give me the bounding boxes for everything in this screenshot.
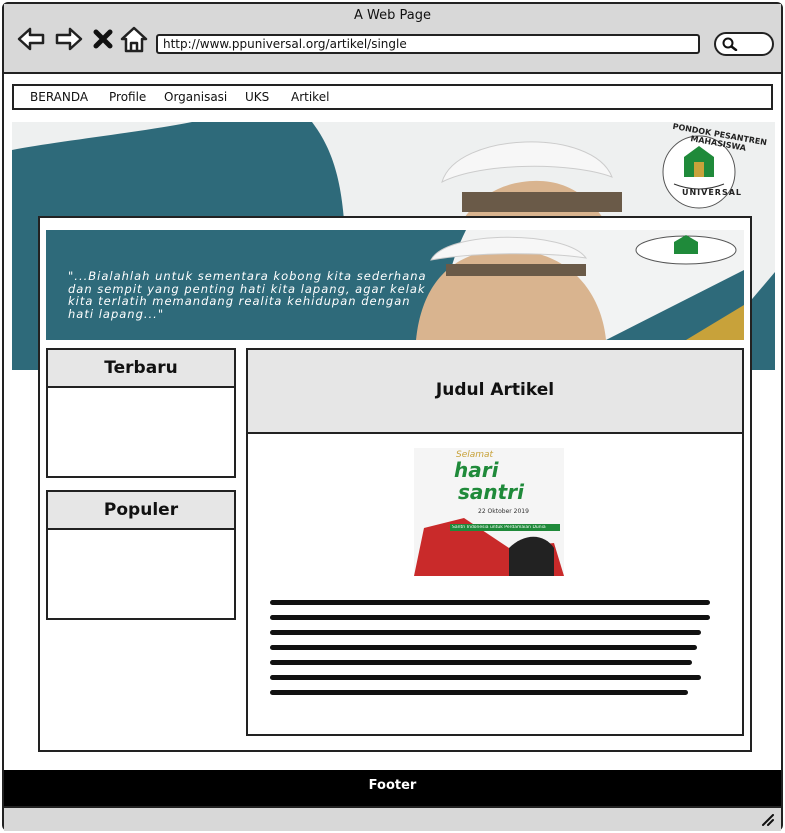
article-image: Selamat hari santri 22 Oktober 2019 Sant…	[414, 448, 564, 576]
terbaru-title: Terbaru	[48, 350, 234, 388]
back-arrow-icon[interactable]	[16, 24, 46, 54]
article-body-placeholder	[270, 600, 710, 705]
populer-panel: Populer	[46, 490, 236, 620]
nav-item-beranda[interactable]: BERANDA	[30, 90, 88, 104]
article-banner: "...Bialahlah untuk sementara kobong kit…	[46, 230, 744, 340]
nav-item-organisasi[interactable]: Organisasi	[164, 90, 227, 104]
article-panel: Judul Artikel Selamat hari santri 22 Okt…	[246, 348, 744, 736]
logo-text-bottom: UNIVERSAL	[681, 188, 743, 197]
footer: Footer	[4, 770, 781, 806]
window-title: A Web Page	[354, 8, 431, 23]
address-bar[interactable]: http://www.ppuniversal.org/artikel/singl…	[156, 34, 700, 54]
resize-grip-icon[interactable]	[761, 814, 775, 826]
nav-item-artikel[interactable]: Artikel	[291, 90, 329, 104]
search-icon	[722, 37, 738, 51]
forward-arrow-icon[interactable]	[54, 24, 84, 54]
banner-quote: "...Bialahlah untuk sementara kobong kit…	[68, 269, 427, 321]
status-bar	[4, 806, 781, 831]
page-content: BERANDA Profile Organisasi UKS Artikel P…	[4, 74, 781, 770]
poster-santri: santri	[458, 480, 524, 504]
search-button[interactable]	[714, 32, 774, 56]
poster-date: 22 Oktober 2019	[478, 508, 529, 515]
home-icon[interactable]	[119, 24, 149, 54]
browser-window: A Web Page http://www.ppuniversal.org/ar…	[2, 2, 783, 831]
navigation-bar: BERANDA Profile Organisasi UKS Artikel	[12, 84, 773, 110]
browser-titlebar: A Web Page http://www.ppuniversal.org/ar…	[4, 4, 781, 74]
poster-hari: hari	[454, 458, 499, 482]
article-title: Judul Artikel	[248, 350, 742, 434]
populer-title: Populer	[48, 492, 234, 530]
terbaru-panel: Terbaru	[46, 348, 236, 478]
nav-item-profile[interactable]: Profile	[109, 90, 146, 104]
close-x-icon[interactable]	[92, 24, 114, 54]
poster-tagline: Santri Indonesia untuk Perdamaian Dunia	[452, 525, 546, 530]
nav-item-uks[interactable]: UKS	[245, 90, 269, 104]
content-frame: "...Bialahlah untuk sementara kobong kit…	[38, 216, 752, 752]
